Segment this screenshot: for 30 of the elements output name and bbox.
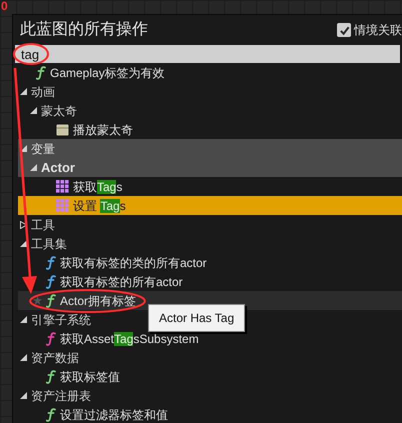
action-item[interactable]: 获取有标签的类的所有actor xyxy=(18,253,402,272)
grid-icon xyxy=(56,199,69,212)
category-label[interactable]: 工具 xyxy=(31,216,55,234)
action-item[interactable]: 播放蒙太奇 xyxy=(18,120,402,139)
annotation-ellipse xyxy=(13,43,49,65)
context-label: 情境关联 xyxy=(354,22,402,39)
star-icon xyxy=(33,296,42,305)
category-label[interactable]: 资产注册表 xyxy=(31,386,91,404)
action-item[interactable]: 获取Tags xyxy=(18,177,402,196)
action-item[interactable]: 获取标签值 xyxy=(18,367,402,386)
panel-title: 此蓝图的所有操作 xyxy=(20,20,149,40)
tooltip: Actor Has Tag xyxy=(148,304,246,332)
category-label[interactable]: 动画 xyxy=(31,82,55,100)
step-number: 0 xyxy=(1,0,8,12)
grid-icon xyxy=(56,180,69,193)
context-checkbox[interactable] xyxy=(337,23,351,37)
action-item[interactable]: Gameplay标签为有效 xyxy=(18,63,402,82)
category-label[interactable]: 工具集 xyxy=(31,234,67,252)
search-field[interactable]: tag xyxy=(15,45,400,63)
action-item[interactable]: 设置过滤器标签和值 xyxy=(18,405,402,423)
category-label[interactable]: 变量 xyxy=(31,140,55,158)
category-label[interactable]: 蒙太奇 xyxy=(41,102,77,120)
category-label[interactable]: 资产数据 xyxy=(31,348,79,366)
action-item[interactable]: 设置 Tags xyxy=(18,196,402,215)
clip-icon xyxy=(56,124,69,136)
action-item[interactable]: Actor拥有标签 xyxy=(18,291,402,310)
action-item[interactable]: 获取AssetTagsSubsystem xyxy=(18,329,402,348)
category-label[interactable]: 引擎子系统 xyxy=(31,310,91,328)
action-item[interactable]: 获取有标签的所有actor xyxy=(18,272,402,291)
category-label[interactable]: Actor xyxy=(41,158,75,178)
